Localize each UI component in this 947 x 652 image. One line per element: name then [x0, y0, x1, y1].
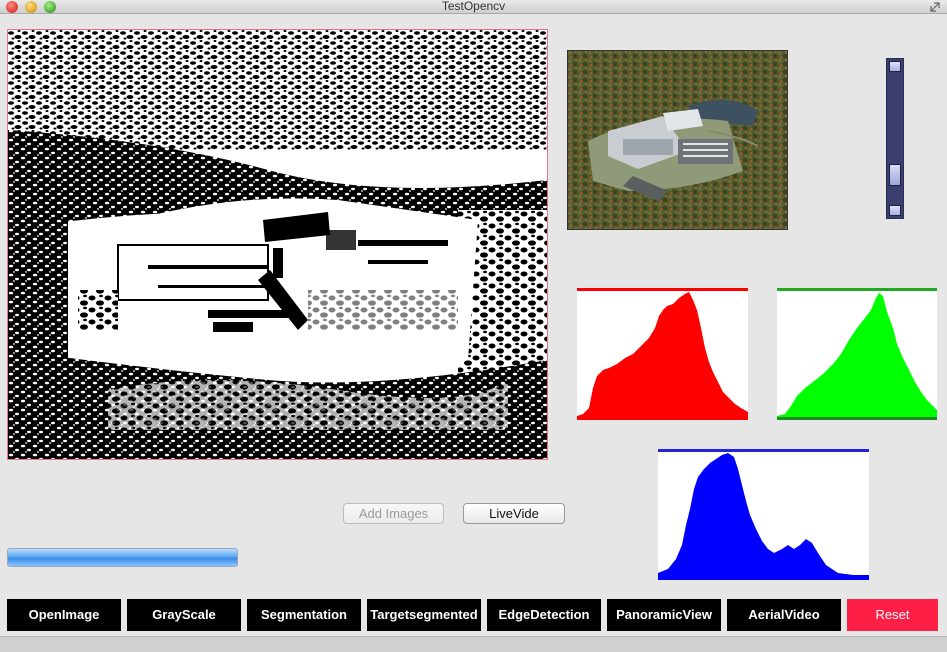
resize-icon[interactable]: [929, 1, 941, 13]
scrollbar-thumb[interactable]: [889, 164, 901, 186]
scroll-down-button[interactable]: [889, 205, 901, 216]
segmentation-button[interactable]: Segmentation: [247, 599, 361, 631]
add-images-button[interactable]: Add Images: [343, 503, 444, 524]
live-video-button[interactable]: LiveVide: [463, 503, 565, 524]
grayscale-button[interactable]: GrayScale: [127, 599, 241, 631]
scroll-up-button[interactable]: [889, 61, 901, 72]
target-segmented-button[interactable]: Targetsegmented: [367, 599, 481, 631]
original-image-thumbnail: [567, 50, 788, 230]
title-bar: TestOpencv: [0, 0, 947, 14]
vertical-scrollbar[interactable]: [886, 58, 904, 219]
progress-bar: [7, 548, 238, 567]
red-histogram: [577, 288, 748, 420]
green-histogram: [777, 288, 937, 420]
panoramic-view-button[interactable]: PanoramicView: [607, 599, 721, 631]
edge-detection-button[interactable]: EdgeDetection: [487, 599, 601, 631]
open-image-button[interactable]: OpenImage: [7, 599, 121, 631]
blue-histogram: [658, 449, 869, 580]
segmented-image-view: [7, 29, 548, 460]
window-bottom-edge: [0, 636, 947, 652]
reset-button[interactable]: Reset: [847, 599, 938, 631]
aerial-video-button[interactable]: AerialVideo: [727, 599, 841, 631]
progress-fill: [8, 549, 237, 566]
window-title: TestOpencv: [441, 0, 506, 13]
